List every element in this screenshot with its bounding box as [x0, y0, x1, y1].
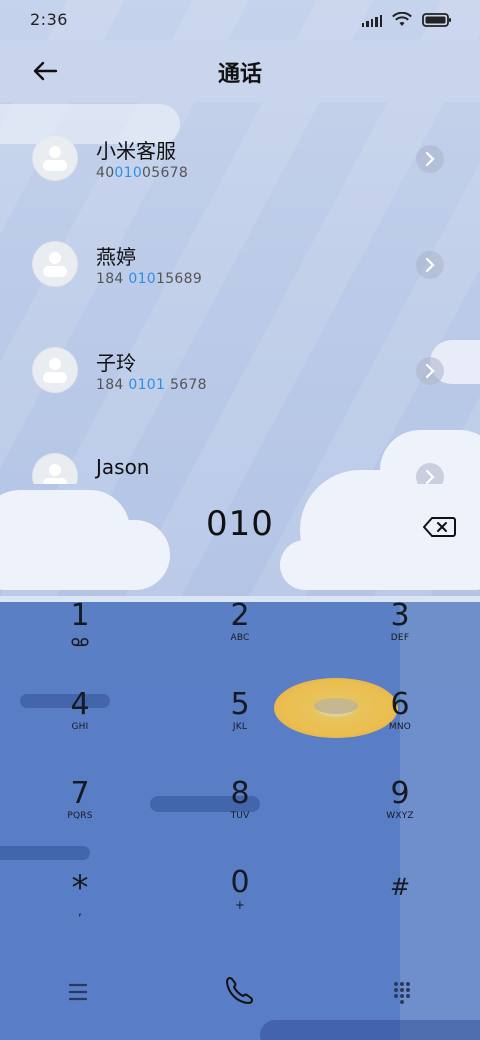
- app-header: 通话: [0, 40, 480, 102]
- contact-row[interactable]: 子玲 184 0101 5678: [0, 316, 480, 422]
- contact-number: 4001005678: [96, 165, 189, 181]
- contact-detail-button[interactable]: [416, 357, 444, 385]
- key-7[interactable]: 7 PQRS: [0, 776, 160, 864]
- key-letters: ABC: [230, 633, 250, 643]
- keypad-toggle-button[interactable]: [382, 966, 422, 1006]
- key-digit: *: [71, 868, 89, 908]
- key-digit: 6: [390, 687, 410, 722]
- contact-suggestion-list[interactable]: 小米客服 4001005678 燕婷 184 01015689 子玲 184 0…: [0, 104, 480, 484]
- contact-name: 燕婷: [96, 245, 136, 269]
- status-icons: [361, 12, 453, 28]
- person-icon: [43, 358, 67, 383]
- wave-shadow: [260, 1020, 480, 1040]
- key-digit: #: [389, 873, 411, 901]
- contact-number: 184 0101 5678: [96, 377, 207, 393]
- dial-keypad: 1 2 ABC 3 DEF 4 GHI 5 JKL 6 MNO 7 PQRS 8…: [0, 598, 480, 958]
- key-letters: DEF: [390, 633, 410, 643]
- contact-row[interactable]: 小米客服 4001005678: [0, 104, 480, 210]
- key-star[interactable]: * ,: [0, 865, 160, 953]
- key-5[interactable]: 5 JKL: [160, 687, 320, 775]
- contact-detail-button[interactable]: [416, 145, 444, 173]
- contact-name: 子玲: [96, 351, 136, 375]
- avatar: [32, 347, 78, 393]
- avatar: [32, 135, 78, 181]
- key-digit: 4: [70, 687, 90, 722]
- key-9[interactable]: 9 WXYZ: [320, 776, 480, 864]
- status-bar: 2:36: [0, 0, 480, 40]
- person-icon: [43, 464, 67, 484]
- avatar: [32, 453, 78, 484]
- delete-button[interactable]: [422, 516, 456, 538]
- key-digit: 5: [230, 687, 250, 722]
- key-2[interactable]: 2 ABC: [160, 598, 320, 686]
- contact-row[interactable]: Jason: [0, 422, 480, 484]
- key-8[interactable]: 8 TUV: [160, 776, 320, 864]
- key-3[interactable]: 3 DEF: [320, 598, 480, 686]
- key-letters: JKL: [232, 722, 248, 732]
- backspace-icon: [423, 517, 456, 537]
- voicemail-icon: [71, 637, 89, 647]
- signal-icon: [361, 13, 382, 27]
- menu-icon: [68, 983, 88, 1001]
- key-digit: 3: [390, 598, 410, 633]
- contact-row[interactable]: 燕婷 184 01015689: [0, 210, 480, 316]
- key-0[interactable]: 0 +: [160, 865, 320, 953]
- key-digit: 8: [230, 776, 250, 811]
- contact-name: Jason: [96, 455, 150, 479]
- key-digit: 0: [230, 865, 250, 900]
- key-4[interactable]: 4 GHI: [0, 687, 160, 775]
- key-digit: 1: [70, 598, 90, 633]
- chevron-right-icon: [425, 364, 435, 378]
- status-time: 2:36: [30, 10, 68, 29]
- contact-number: 184 01015689: [96, 271, 203, 287]
- chevron-right-icon: [425, 258, 435, 272]
- chevron-right-icon: [425, 152, 435, 166]
- key-letters: ,: [77, 904, 82, 918]
- key-letters: WXYZ: [386, 811, 414, 821]
- key-letters: GHI: [71, 722, 89, 732]
- key-digit: 9: [390, 776, 410, 811]
- call-button[interactable]: [219, 966, 261, 1006]
- contact-name: 小米客服: [96, 139, 176, 163]
- phone-icon: [226, 977, 253, 1004]
- person-icon: [43, 146, 67, 171]
- key-digit: 2: [230, 598, 250, 633]
- battery-icon: [422, 13, 451, 27]
- key-hash[interactable]: #: [320, 865, 480, 953]
- key-letters: +: [234, 898, 246, 912]
- wifi-icon: [392, 12, 412, 26]
- cloud: [280, 540, 480, 590]
- dialpad-icon: [394, 982, 410, 1004]
- key-letters: MNO: [388, 722, 412, 732]
- page-title: 通话: [217, 62, 262, 87]
- avatar: [32, 241, 78, 287]
- key-letters: TUV: [230, 811, 250, 821]
- contact-detail-button[interactable]: [416, 463, 444, 484]
- dialed-number: 010: [206, 504, 274, 544]
- key-1[interactable]: 1: [0, 598, 160, 686]
- key-digit: 7: [70, 776, 90, 811]
- contact-detail-button[interactable]: [416, 251, 444, 279]
- person-icon: [43, 252, 67, 277]
- chevron-right-icon: [425, 470, 435, 484]
- menu-button[interactable]: [58, 966, 98, 1006]
- key-letters: PQRS: [67, 811, 93, 821]
- dialer-action-bar: [0, 960, 480, 1020]
- key-6[interactable]: 6 MNO: [320, 687, 480, 775]
